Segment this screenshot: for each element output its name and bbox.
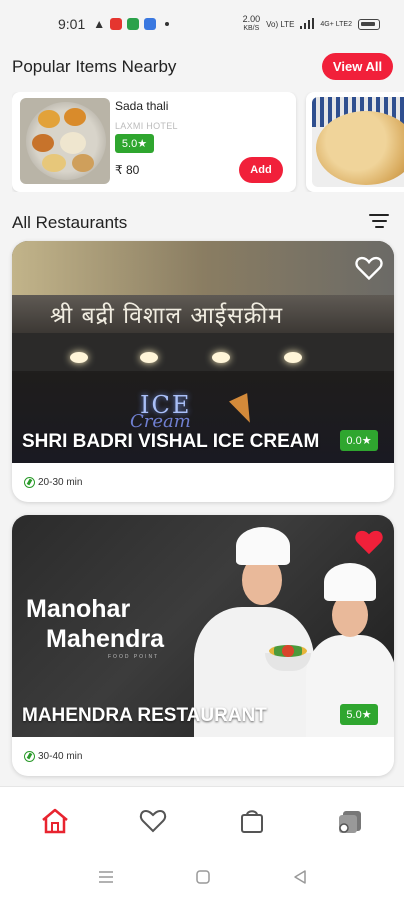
add-to-cart-button[interactable]: Add xyxy=(239,157,283,183)
restaurant-name: MAHENDRA RESTAURANT xyxy=(22,705,267,726)
shop-sign-text: श्री बद्री विशाल आईसक्रीम xyxy=(12,295,394,333)
restaurant-rating-badge: 0.0★ xyxy=(340,430,378,451)
favorite-outline-icon[interactable] xyxy=(355,255,383,281)
neon-sign-cream: Cream xyxy=(130,411,191,432)
profile-wallet-icon[interactable] xyxy=(335,807,365,835)
restaurant-name: SHRI BADRI VISHAL ICE CREAM xyxy=(22,431,320,452)
veg-leaf-icon xyxy=(24,751,35,762)
thali-image xyxy=(20,98,110,184)
favorites-icon[interactable] xyxy=(138,807,168,835)
restaurant-image: श्री बद्री विशाल आईसक्रीम ICE Cream xyxy=(12,241,394,463)
volte-icon: Vo) LTE xyxy=(266,19,295,29)
status-time: 9:01 xyxy=(58,16,86,32)
battery-icon xyxy=(358,18,380,30)
notification-blue-icon xyxy=(144,18,157,30)
popular-item-price: ₹ 80 xyxy=(115,163,140,177)
delivery-time-text: 20-30 min xyxy=(38,477,83,488)
delivery-time-text: 30-40 min xyxy=(38,751,83,762)
popular-section-title: Popular Items Nearby xyxy=(12,57,177,76)
popular-item-rating-badge: 5.0★ xyxy=(115,134,154,153)
filter-icon[interactable] xyxy=(368,214,390,230)
delivery-time: 30-40 min xyxy=(24,751,82,762)
popular-item-card[interactable]: Sada thali LAXMI HOTEL 5.0★ ₹ 80 Add xyxy=(12,92,296,192)
view-all-button[interactable]: View All xyxy=(322,53,393,80)
restaurant-card[interactable]: श्री बद्री विशाल आईसक्रीम ICE Cream SHRI… xyxy=(12,241,394,502)
signal-icon xyxy=(300,17,315,31)
popular-items-carousel[interactable]: Sada thali LAXMI HOTEL 5.0★ ₹ 80 Add xyxy=(12,92,404,192)
favorite-filled-icon[interactable] xyxy=(355,529,383,555)
bottom-navigation xyxy=(0,786,404,852)
brand-line-3: FOOD POINT xyxy=(108,654,160,660)
bag-icon[interactable] xyxy=(237,807,267,835)
popular-item-card-partial[interactable] xyxy=(306,92,404,192)
restaurant-image: Manohar Mahendra FOOD POINT xyxy=(12,515,394,737)
notification-green-icon xyxy=(127,18,140,30)
back-button-icon[interactable] xyxy=(292,869,308,885)
notification-red-icon xyxy=(110,18,123,30)
restaurant-card[interactable]: Manohar Mahendra FOOD POINT MAHENDRA RES… xyxy=(12,515,394,776)
delivery-time: 20-30 min xyxy=(24,477,82,488)
brand-line-2: Mahendra xyxy=(46,625,165,653)
restaurants-section-title: All Restaurants xyxy=(12,213,128,232)
popular-item-name: Sada thali xyxy=(115,99,169,113)
system-navigation-bar xyxy=(0,852,404,900)
signal-2-label: 4G+ LTE2 xyxy=(320,20,352,28)
restaurant-rating-badge: 5.0★ xyxy=(340,704,378,725)
home-button-icon[interactable] xyxy=(195,869,211,885)
status-indicators: 2.00 KB/S Vo) LTE 4G+ LTE2 xyxy=(243,15,380,33)
brand-line-1: Manohar xyxy=(26,595,131,623)
home-icon[interactable] xyxy=(40,807,70,835)
more-notifications-icon xyxy=(165,22,170,26)
snapchat-icon: ▲ xyxy=(93,17,106,31)
network-speed: 2.00 KB/S xyxy=(242,14,261,33)
popular-item-hotel: LAXMI HOTEL xyxy=(115,121,178,131)
recent-apps-icon[interactable] xyxy=(98,869,114,885)
roti-image xyxy=(312,97,404,187)
status-bar: 9:01 ▲ 2.00 KB/S Vo) LTE 4G+ LTE2 xyxy=(0,0,404,48)
veg-leaf-icon xyxy=(24,477,35,488)
